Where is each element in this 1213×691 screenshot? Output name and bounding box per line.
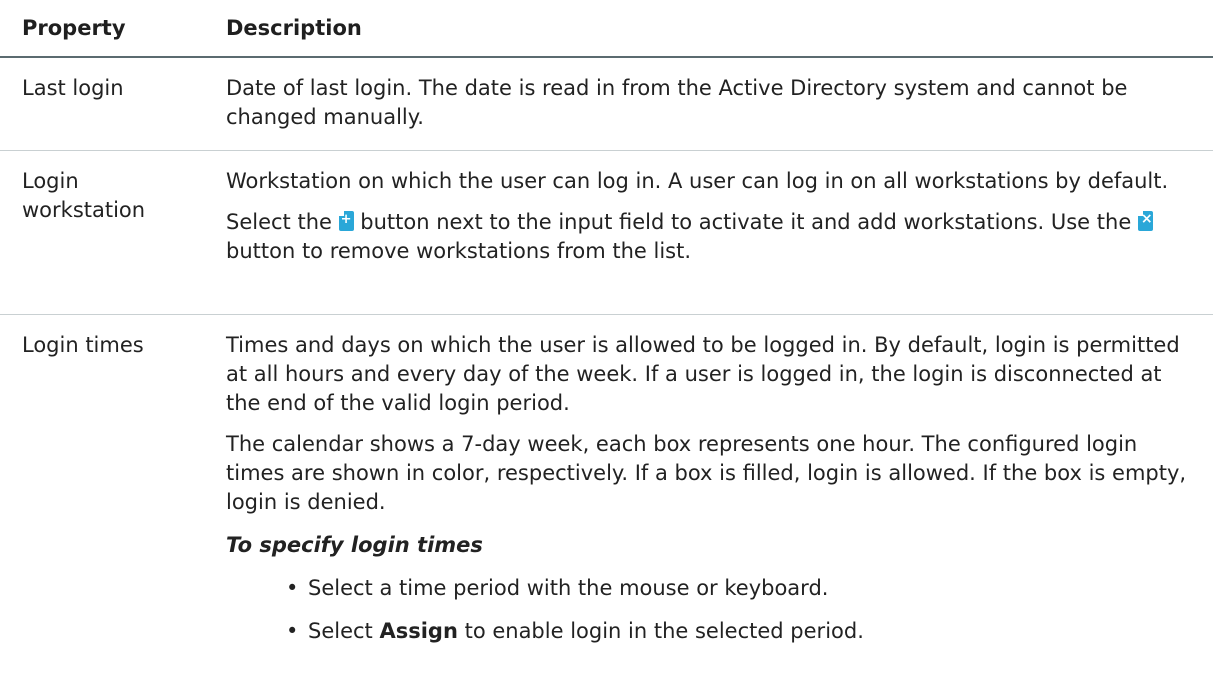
remove-icon bbox=[1137, 205, 1153, 234]
property-last-login: Last login bbox=[22, 76, 124, 100]
workstation-paragraph-2: Select the button next to the input fiel… bbox=[226, 205, 1201, 266]
bullet-text: Select bbox=[308, 619, 380, 643]
bullet-icon: • bbox=[286, 576, 299, 600]
login-times-paragraph-2: The calendar shows a 7-day week, each bo… bbox=[226, 432, 1187, 514]
procedure-list: • Select a time period with the mouse or … bbox=[226, 574, 1201, 646]
text-segment: button to remove workstations from the l… bbox=[226, 239, 692, 263]
property-table: Property Description Last login Date of … bbox=[0, 0, 1213, 689]
table-row-login-workstation: Login workstation Workstation on which t… bbox=[0, 151, 1213, 315]
header-description: Description bbox=[226, 16, 362, 40]
text-segment: button next to the input field to activa… bbox=[353, 210, 1138, 234]
login-times-paragraph-1: Times and days on which the user is allo… bbox=[226, 333, 1180, 415]
table-header: Property Description bbox=[0, 0, 1213, 58]
table-row-last-login: Last login Date of last login. The date … bbox=[0, 58, 1213, 151]
procedure-title: To specify login times bbox=[226, 533, 483, 557]
bullet-text: Select a time period with the mouse or k… bbox=[308, 576, 829, 600]
description-login-workstation: Workstation on which the user can log in… bbox=[226, 167, 1201, 266]
header-property: Property bbox=[22, 16, 126, 40]
text-segment: Select the bbox=[226, 210, 339, 234]
property-login-times: Login times bbox=[22, 333, 144, 357]
table-row-login-times: Login times Times and days on which the … bbox=[0, 315, 1213, 691]
bullet-text: to enable login in the selected period. bbox=[457, 619, 864, 643]
description-last-login: Date of last login. The date is read in … bbox=[226, 76, 1128, 129]
workstation-paragraph-1: Workstation on which the user can log in… bbox=[226, 169, 1169, 193]
property-login-workstation: Login workstation bbox=[22, 169, 146, 222]
bullet-bold-term: Assign bbox=[379, 619, 458, 643]
list-item: • Select a time period with the mouse or … bbox=[226, 574, 1201, 603]
list-item: • Select Assign to enable login in the se… bbox=[226, 617, 1201, 646]
add-icon bbox=[338, 205, 354, 234]
description-login-times: Times and days on which the user is allo… bbox=[226, 331, 1201, 646]
bullet-icon: • bbox=[286, 619, 299, 643]
